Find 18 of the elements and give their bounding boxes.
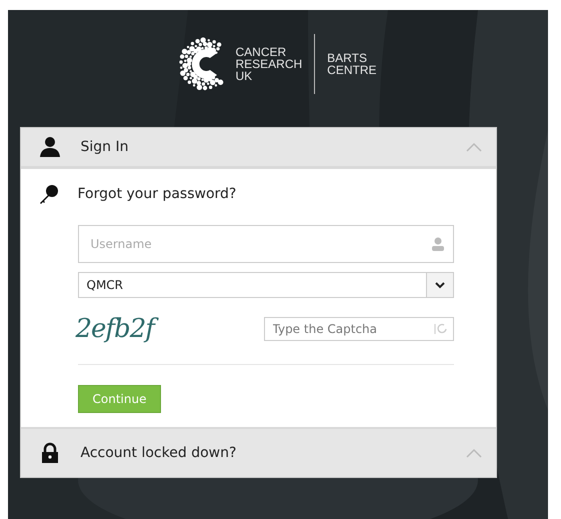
chevron-down-icon bbox=[434, 282, 444, 288]
caret-icon bbox=[466, 448, 482, 458]
section-title: Account locked down? bbox=[80, 445, 238, 461]
refresh-icon[interactable] bbox=[434, 323, 448, 335]
section-header[interactable]: Sign In bbox=[20, 128, 496, 169]
section-title: Sign In bbox=[80, 139, 130, 155]
forgot-password-link[interactable]: Forgot your password? bbox=[78, 186, 236, 202]
domain-select[interactable]: QMCR bbox=[78, 272, 454, 298]
captcha-field[interactable]: Type the Captcha bbox=[264, 317, 454, 341]
section-header[interactable]: Account locked down? bbox=[20, 427, 496, 477]
captcha-text: 2efb2f bbox=[76, 312, 158, 346]
username-field[interactable]: Username bbox=[78, 225, 454, 263]
key-icon bbox=[38, 183, 60, 205]
logo-text: CANCER RESEARCH UK bbox=[235, 46, 302, 82]
user-icon bbox=[38, 136, 60, 158]
logo-text: BARTS CENTRE bbox=[327, 52, 377, 76]
caret-icon bbox=[466, 142, 482, 152]
user-icon bbox=[432, 237, 444, 251]
